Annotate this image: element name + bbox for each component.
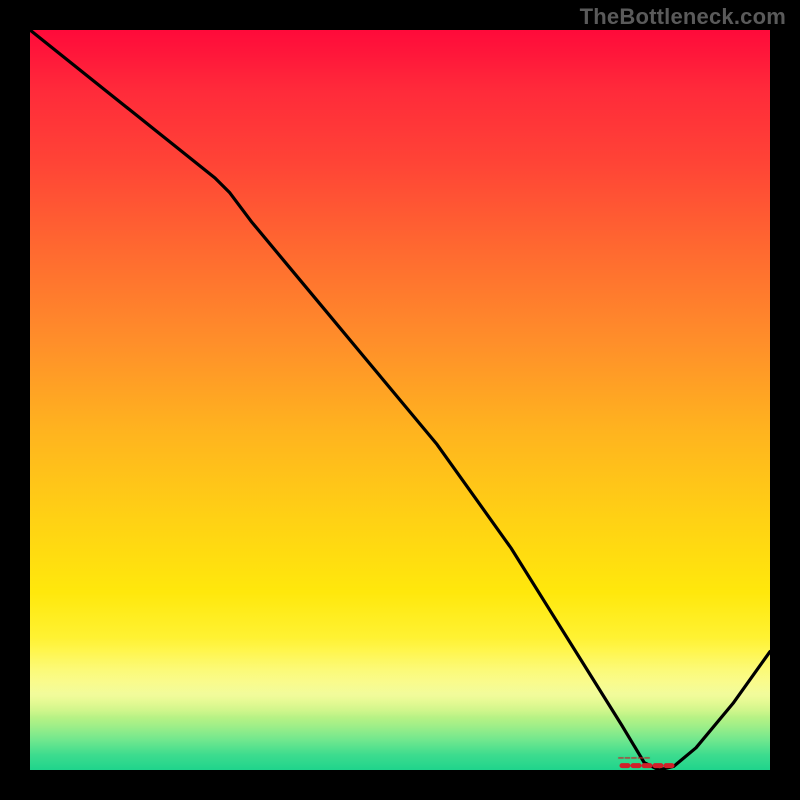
watermark-text: TheBottleneck.com: [580, 4, 786, 30]
plot-area: –––––: [30, 30, 770, 770]
target-marker-label: –––––: [618, 752, 651, 764]
bottleneck-curve: [30, 30, 770, 770]
chart-root: { "watermark": "TheBottleneck.com", "cha…: [0, 0, 800, 800]
curve-layer: [30, 30, 770, 770]
